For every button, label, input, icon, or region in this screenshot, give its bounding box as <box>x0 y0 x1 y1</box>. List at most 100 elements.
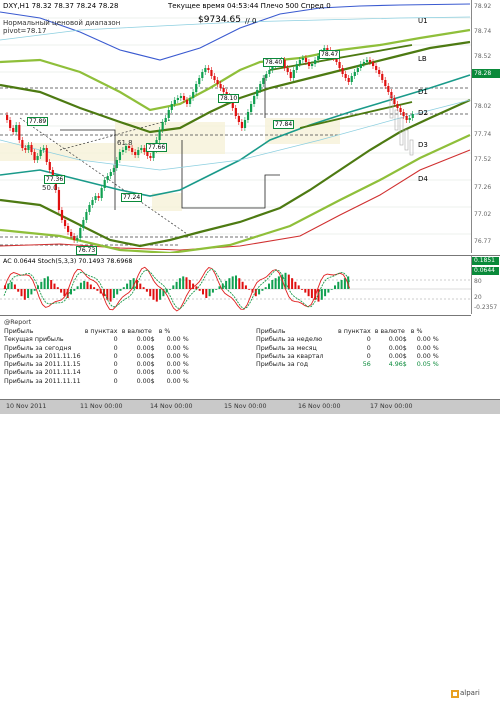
report-panel: @Report Прибыль в пунктах в валюте в % Т… <box>0 315 480 698</box>
candle-body <box>118 152 122 160</box>
candle-body <box>195 84 198 92</box>
candle-body <box>375 66 378 70</box>
candle-body <box>9 120 12 128</box>
price-axis[interactable]: 78.92 78.74 78.52 78.02 77.74 77.52 77.2… <box>471 0 500 253</box>
ac-bar <box>324 289 327 297</box>
ac-bar <box>310 289 313 298</box>
lower-band <box>0 98 471 248</box>
ac-bar <box>225 280 228 289</box>
symbol-info: DXY,H1 78.32 78.37 78.24 78.28 <box>3 2 119 10</box>
candle-body <box>216 80 219 84</box>
price-label: 77.84 <box>273 120 295 129</box>
indicator-tick: -0.2357 <box>474 304 498 311</box>
price-label: 78.40 <box>263 58 285 67</box>
price-label: 77.66 <box>146 143 168 152</box>
candle-body <box>268 70 271 74</box>
candle-body <box>179 96 183 98</box>
ac-bar <box>235 275 237 289</box>
ac-bar <box>129 280 132 289</box>
candle-body <box>350 76 353 82</box>
ac-bar <box>172 285 175 289</box>
ac-bar <box>27 289 30 298</box>
candle-body <box>207 68 210 70</box>
price-tick: 76.77 <box>474 238 492 245</box>
ac-bar <box>231 276 234 289</box>
ac-bar <box>182 276 185 289</box>
ac-bar <box>86 281 89 289</box>
ac-bar <box>307 289 310 297</box>
time-tick: 15 Nov 00:00 <box>224 403 267 410</box>
ac-bar <box>327 289 330 293</box>
candle-body <box>67 226 70 232</box>
price-label: 77.24 <box>121 193 143 202</box>
candle-body <box>356 68 359 72</box>
candle-body <box>295 64 298 70</box>
candle-body <box>198 78 201 84</box>
candle-body <box>262 78 265 84</box>
ac-bar <box>238 278 241 289</box>
candle-body <box>408 118 411 120</box>
candle-body <box>33 152 36 160</box>
time-tick: 11 Nov 00:00 <box>80 403 123 410</box>
level-lb: LB <box>418 55 427 63</box>
candle-body <box>103 180 106 188</box>
candle-body <box>94 196 97 200</box>
ac-bar <box>195 286 198 289</box>
candle-body <box>201 72 204 78</box>
candle-body <box>381 74 384 80</box>
ac-bar <box>205 289 208 298</box>
ac-bar <box>330 289 333 290</box>
candle-body <box>298 60 301 64</box>
ac-bar <box>304 289 307 293</box>
candle-body <box>399 108 402 112</box>
candle-body <box>353 72 356 76</box>
ac-bar <box>175 281 178 289</box>
time-axis[interactable]: 10 Nov 2011 11 Nov 00:00 14 Nov 00:00 15… <box>0 399 500 414</box>
candle-body <box>185 100 189 104</box>
price-label: 76.73 <box>76 246 98 255</box>
candle-body <box>6 115 9 120</box>
candle-body <box>60 210 64 220</box>
candle-body <box>402 112 405 116</box>
report-right-table: Прибыль в пунктах в валюте в % Прибыль з… <box>254 328 441 369</box>
time-tick: 17 Nov 00:00 <box>370 403 413 410</box>
candle-body <box>15 125 18 132</box>
candle-body <box>12 128 15 132</box>
candle-body <box>131 148 134 152</box>
candle-body <box>243 120 247 128</box>
ac-bar <box>297 285 300 289</box>
candle-body <box>146 152 149 156</box>
candle-body <box>164 118 167 122</box>
ac-bar <box>241 281 244 289</box>
ac-bar <box>294 281 297 289</box>
candle-body <box>222 88 225 92</box>
ac-bar <box>13 284 16 289</box>
indicator-axis: 0.1851 0.0644 80 20 -0.2357 <box>471 255 500 314</box>
ac-bar <box>96 289 99 291</box>
table-row: Прибыль за квартал 0 0.00$ 0.00 % <box>256 352 439 360</box>
ac-bar <box>185 277 188 289</box>
price-chart[interactable]: DXY,H1 78.32 78.37 78.24 78.28 Нормальны… <box>0 0 471 255</box>
candle-body <box>240 122 244 128</box>
candle-body <box>91 200 94 205</box>
ac-bar <box>291 278 294 289</box>
candle-body <box>106 176 109 180</box>
candle-body <box>82 220 85 228</box>
table-row: Прибыль за 2011.11.16 0 0.00$ 0.00 % <box>4 352 189 360</box>
ac-bar <box>277 276 280 289</box>
price-tick: 77.74 <box>474 131 492 138</box>
candle-body <box>311 64 314 66</box>
ac-bar <box>43 278 46 289</box>
candle-body <box>161 122 164 130</box>
candle-body <box>149 156 152 158</box>
ac-bar <box>142 287 145 289</box>
candle-body <box>36 156 39 160</box>
ac-bar <box>261 289 264 291</box>
candle-body <box>234 108 237 116</box>
candle-body <box>57 190 61 210</box>
fib-label: 61.8 <box>117 139 133 147</box>
indicator-panel[interactable]: AC 0.0644 Stoch(5,3,3) 70.1493 78.6968 <box>0 255 471 314</box>
projection-bar <box>404 129 409 151</box>
candle-body <box>237 116 240 122</box>
report-left-table: Прибыль в пунктах в валюте в % Текущая п… <box>2 328 191 386</box>
